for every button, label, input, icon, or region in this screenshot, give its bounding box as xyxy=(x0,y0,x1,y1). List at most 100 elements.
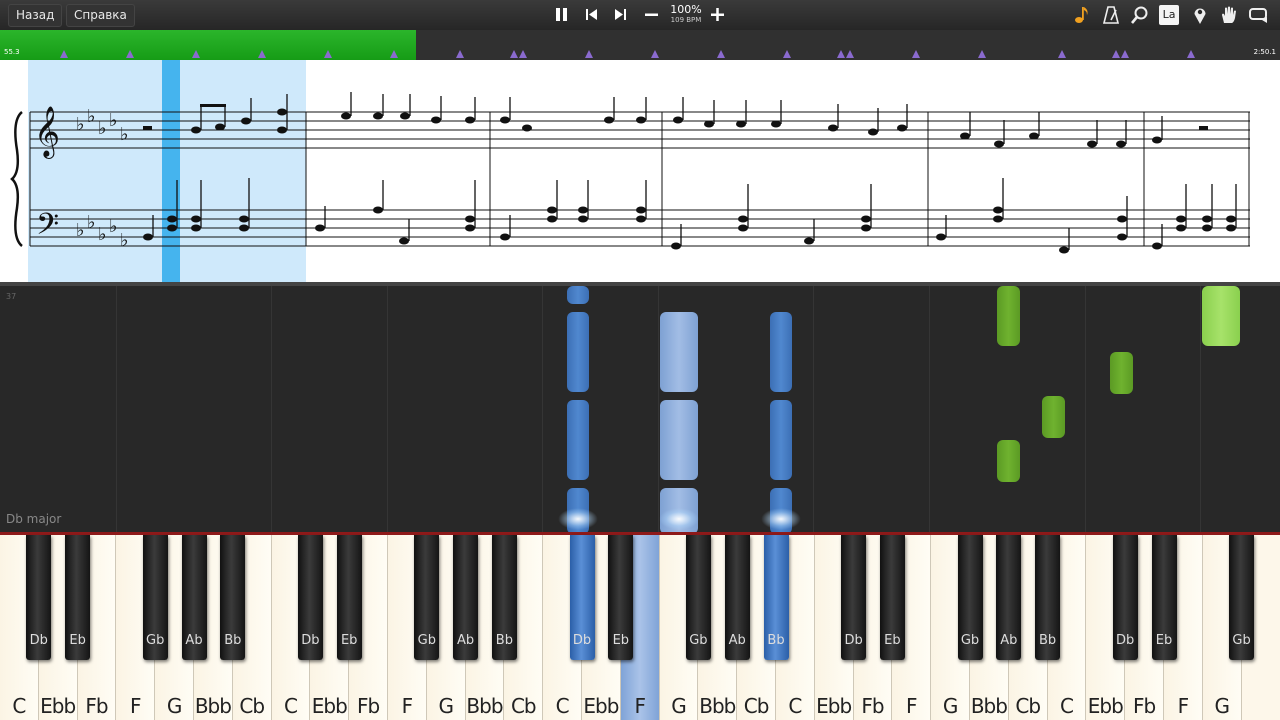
sheet-music[interactable]: 𝄞 𝄢 ♭ ♭ ♭ ♭ ♭ ♭ ♭ ♭ ♭ ♭ xyxy=(0,60,1280,282)
black-key-label: Ab xyxy=(185,633,203,648)
black-key-label: Db xyxy=(844,633,863,648)
back-button[interactable]: Назад xyxy=(8,4,63,27)
white-key-label: Ebb xyxy=(583,694,619,718)
black-key[interactable]: Gb xyxy=(414,535,440,660)
falling-note xyxy=(770,400,792,480)
black-key[interactable]: Gb xyxy=(957,535,983,660)
black-key[interactable]: Db xyxy=(569,535,595,660)
black-key[interactable]: Eb xyxy=(336,535,362,660)
la-icon[interactable]: La xyxy=(1159,5,1179,25)
white-key-label: G xyxy=(438,694,453,718)
black-key[interactable]: Eb xyxy=(1151,535,1177,660)
black-key[interactable]: Eb xyxy=(65,535,91,660)
black-key-label: Ab xyxy=(457,633,475,648)
zoom-icon[interactable] xyxy=(1130,5,1150,25)
piano-roll: 37 Db major xyxy=(0,282,1280,536)
black-key-label: Db xyxy=(572,633,592,648)
falling-note xyxy=(997,440,1020,482)
hand-icon[interactable] xyxy=(1219,5,1239,25)
white-key-label: Bbb xyxy=(466,694,503,718)
white-key-label: Fb xyxy=(85,694,108,718)
black-key[interactable]: Ab xyxy=(453,535,479,660)
note-icon[interactable] xyxy=(1072,5,1092,25)
progress-marker xyxy=(837,50,845,58)
black-key[interactable]: Ab xyxy=(996,535,1022,660)
black-key-label: Bb xyxy=(1039,633,1057,648)
metronome-icon[interactable] xyxy=(1101,5,1121,25)
progress-marker xyxy=(510,50,518,58)
progress-marker xyxy=(456,50,464,58)
white-key-label: F xyxy=(401,694,414,718)
progress-marker xyxy=(651,50,659,58)
black-key[interactable]: Gb xyxy=(1229,535,1255,660)
falling-note xyxy=(660,312,698,392)
svg-text:♭: ♭ xyxy=(120,124,129,145)
black-key[interactable]: Gb xyxy=(685,535,711,660)
la-label: La xyxy=(1162,8,1176,21)
black-key[interactable]: Db xyxy=(297,535,323,660)
back-label: Назад xyxy=(16,8,55,22)
black-key[interactable]: Eb xyxy=(608,535,634,660)
white-key-label: Fb xyxy=(356,694,380,718)
progress-marker xyxy=(717,50,725,58)
progress-marker xyxy=(1121,50,1129,58)
white-key-label: Ebb xyxy=(1087,694,1124,718)
progress-start-time: 55.3 xyxy=(4,48,20,56)
loop-icon[interactable] xyxy=(1248,5,1268,25)
black-key[interactable]: Bb xyxy=(491,535,517,660)
progress-marker xyxy=(846,50,854,58)
black-key[interactable]: Eb xyxy=(879,535,905,660)
white-key-label: Fb xyxy=(861,694,884,718)
progress-marker xyxy=(126,50,134,58)
prev-icon[interactable] xyxy=(582,5,602,25)
black-key[interactable]: Db xyxy=(841,535,867,660)
white-key-label: Fb xyxy=(1132,694,1156,718)
black-key[interactable]: Bb xyxy=(763,535,789,660)
plus-icon[interactable] xyxy=(708,5,728,25)
black-key[interactable]: Ab xyxy=(181,535,207,660)
black-key[interactable]: Gb xyxy=(142,535,168,660)
black-key-label: Gb xyxy=(146,633,165,648)
black-key[interactable]: Ab xyxy=(724,535,750,660)
svg-text:♭: ♭ xyxy=(76,114,85,135)
black-key[interactable]: Bb xyxy=(220,535,246,660)
black-key-label: Db xyxy=(29,633,48,648)
progress-marker xyxy=(390,50,398,58)
black-key[interactable]: Db xyxy=(26,535,52,660)
falling-note xyxy=(1042,396,1065,438)
tempo-bpm: 109 BPM xyxy=(670,16,702,24)
white-key-label: C xyxy=(284,694,298,718)
black-key[interactable]: Bb xyxy=(1035,535,1061,660)
white-key-label: Bbb xyxy=(194,694,232,718)
progress-end-time: 2:50.1 xyxy=(1253,48,1276,56)
svg-text:♭: ♭ xyxy=(109,110,118,131)
black-key-label: Bb xyxy=(495,633,513,648)
black-key-label: Db xyxy=(301,633,320,648)
progress-marker xyxy=(519,50,527,58)
white-key-label: Cb xyxy=(510,694,537,718)
black-key-label: Db xyxy=(1116,633,1135,648)
progress-marker xyxy=(1058,50,1066,58)
black-key[interactable]: Db xyxy=(1112,535,1138,660)
progress-marker xyxy=(1187,50,1195,58)
white-key-label: C xyxy=(1060,694,1074,718)
piano-keyboard[interactable]: C Ebb Fb F G Bbb Cb C Ebb Fb F G Bbb Cb C Ebb F G Bbb Cb C Eb… xyxy=(0,535,1280,720)
pin-icon[interactable] xyxy=(1190,5,1210,25)
help-label: Справка xyxy=(74,8,127,22)
song-progress-bar[interactable]: 55.3 2:50.1 xyxy=(0,30,1280,60)
white-key-label: G xyxy=(1214,694,1229,718)
falling-note xyxy=(660,400,698,480)
progress-marker xyxy=(978,50,986,58)
white-key-label: G xyxy=(166,694,182,718)
black-key-label: Bb xyxy=(224,633,242,648)
white-key-label: Cb xyxy=(239,694,265,718)
minus-icon[interactable] xyxy=(642,5,662,25)
next-icon[interactable] xyxy=(611,5,631,25)
note-hit-glow xyxy=(659,508,699,530)
svg-text:♭: ♭ xyxy=(87,106,96,127)
help-button[interactable]: Справка xyxy=(66,4,135,27)
falling-note xyxy=(567,312,589,392)
pause-icon[interactable] xyxy=(552,5,572,25)
black-key-label: Gb xyxy=(417,633,436,648)
white-key-label: C xyxy=(555,694,570,718)
